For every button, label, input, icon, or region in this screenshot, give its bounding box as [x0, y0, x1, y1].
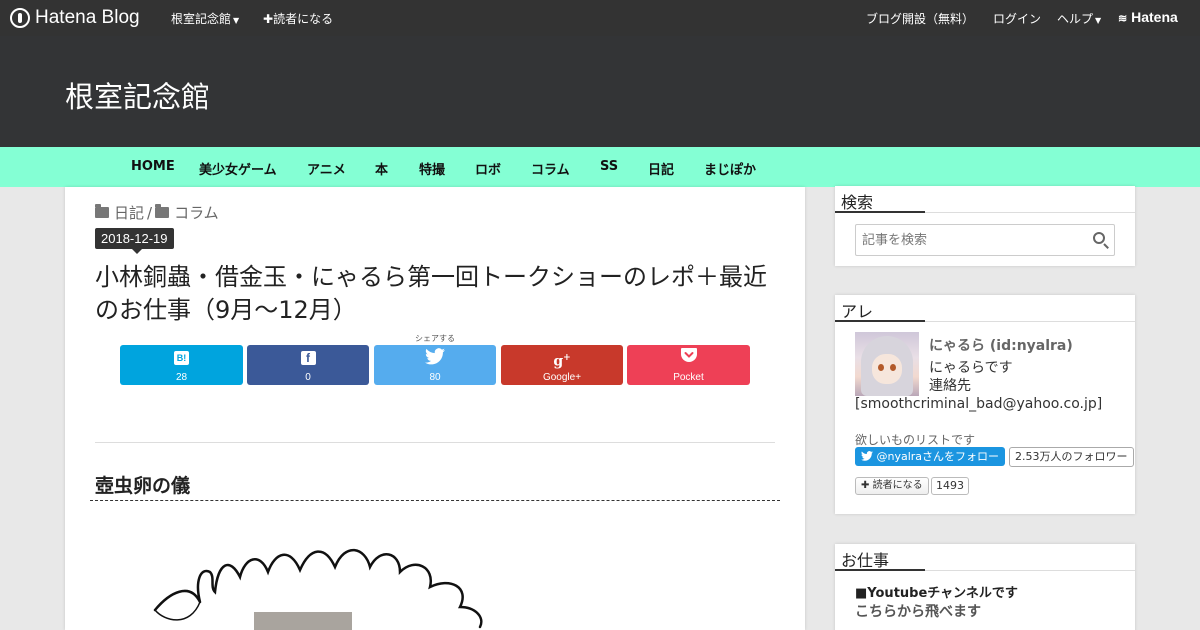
- google-plus-share-button[interactable]: g+ Google+: [501, 345, 623, 385]
- twitter-follower-count: 2.53万人のフォロワー: [1009, 447, 1134, 467]
- profile-contact-email: [smoothcriminal_bad@yahoo.co.jp]: [855, 396, 1103, 412]
- article-date[interactable]: 2018-12-19: [95, 228, 174, 254]
- gnav-item-diary[interactable]: 日記: [648, 159, 674, 178]
- gnav-item-bishoujo-game[interactable]: 美少女ゲーム: [199, 159, 277, 178]
- article: 日記 / コラム 2018-12-19 小林銅蟲・借金玉・にゃるら第一回トークシ…: [65, 187, 805, 630]
- section-heading: 壺虫卵の儀: [95, 475, 191, 497]
- twitter-follow-button[interactable]: @nyalraさんをフォロー: [855, 447, 1005, 466]
- search-module-title: 検索: [835, 186, 1135, 213]
- search-icon[interactable]: [1093, 232, 1105, 244]
- category-link-column[interactable]: コラム: [174, 202, 219, 223]
- gnav-item-ss[interactable]: SS: [600, 159, 618, 174]
- article-divider: [95, 442, 775, 443]
- gnav-item-home[interactable]: HOME: [131, 159, 175, 174]
- work-module-title: お仕事: [835, 544, 1135, 571]
- pocket-label: Pocket: [673, 372, 704, 383]
- section-underline: [90, 500, 780, 501]
- facebook-count: 0: [305, 372, 311, 383]
- pocket-icon: [627, 348, 750, 368]
- open-blog-link[interactable]: ブログ開設（無料）: [866, 10, 974, 27]
- caret-down-icon: ▼: [1095, 16, 1102, 25]
- topbar-subscribe-button[interactable]: ✚読者になる: [263, 10, 333, 27]
- search-input[interactable]: [856, 225, 1076, 255]
- article-photo: [254, 612, 352, 630]
- profile-subscribe-button[interactable]: ✚ 読者になる: [855, 477, 929, 495]
- twitter-bird-icon: [374, 348, 496, 368]
- hatena-wifi-icon: ≋: [1118, 13, 1128, 25]
- blog-menu-dropdown[interactable]: 根室記念館 ▼: [171, 10, 239, 27]
- wishlist-link[interactable]: 欲しいものリストです: [855, 431, 975, 448]
- profile-module: アレ にゃるら (id:nyalra) にゃるらです 連絡先 [smoothcr…: [835, 295, 1135, 514]
- folder-icon: [155, 204, 170, 218]
- blog-title[interactable]: 根室記念館: [65, 74, 210, 116]
- login-link[interactable]: ログイン: [993, 10, 1041, 27]
- help-label: ヘルプ: [1057, 12, 1094, 26]
- category-separator: /: [147, 203, 153, 222]
- profile-desc-line2: 連絡先: [929, 378, 971, 394]
- hatena-blog-logo-text: Hatena Blog: [35, 7, 140, 28]
- work-module: お仕事 ■Youtubeチャンネルです こちらから飛べます: [835, 544, 1135, 630]
- hatena-blog-logo[interactable]: Hatena Blog: [10, 7, 140, 29]
- hatena-bookmark-count: 28: [175, 372, 188, 383]
- search-box: [855, 224, 1115, 256]
- gnav-item-books[interactable]: 本: [375, 159, 388, 178]
- search-module: 検索: [835, 186, 1135, 266]
- caret-down-icon: ▼: [233, 16, 240, 25]
- folder-icon: [95, 204, 109, 218]
- profile-description: にゃるらです 連絡先 [smoothcriminal_bad@yahoo.co.…: [855, 359, 1120, 413]
- hatena-logo[interactable]: ≋ Hatena: [1118, 9, 1178, 25]
- share-label: シェアする: [415, 334, 455, 343]
- pocket-share-button[interactable]: Pocket: [627, 345, 750, 385]
- profile-name[interactable]: にゃるら (id:nyalra): [929, 335, 1073, 355]
- google-plus-label: Google+: [542, 372, 582, 383]
- facebook-share-button[interactable]: f 0: [247, 345, 369, 385]
- gnav-item-column[interactable]: コラム: [531, 159, 570, 178]
- subscriber-count: 1493: [931, 477, 969, 495]
- hatena-bookmark-icon: B!: [120, 348, 243, 368]
- article-categories: 日記 / コラム: [95, 202, 219, 223]
- google-plus-icon: g+: [553, 353, 571, 370]
- plus-icon: ✚: [861, 480, 870, 491]
- hatena-logo-icon: [10, 8, 30, 28]
- category-link-diary[interactable]: 日記: [114, 202, 144, 223]
- twitter-share-button[interactable]: 80: [374, 345, 496, 385]
- gnav-item-tokusatsu[interactable]: 特撮: [419, 159, 445, 178]
- gnav-item-anime[interactable]: アニメ: [307, 159, 346, 178]
- youtube-channel-text: ■Youtubeチャンネルです: [855, 586, 1018, 601]
- topbar-subscribe-label: 読者になる: [273, 12, 334, 26]
- blog-menu-label: 根室記念館: [171, 12, 232, 26]
- profile-module-title: アレ: [835, 295, 1135, 322]
- help-dropdown[interactable]: ヘルプ ▼: [1057, 10, 1101, 27]
- gnav-item-majipoka[interactable]: まじぽか: [704, 159, 756, 178]
- twitter-count: 80: [429, 372, 441, 383]
- plus-icon: ✚: [263, 12, 274, 26]
- profile-subscribe-label: 読者になる: [872, 480, 923, 491]
- blog-header: 根室記念館: [0, 36, 1200, 147]
- youtube-channel-link[interactable]: こちらから飛べます: [855, 601, 981, 621]
- twitter-follow-label: @nyalraさんをフォロー: [876, 450, 1000, 463]
- hatena-bookmark-share-button[interactable]: B! 28: [120, 345, 243, 385]
- global-nav: HOME 美少女ゲーム アニメ 本 特撮 ロボ コラム SS 日記 まじぽか: [0, 147, 1200, 187]
- gnav-item-robot[interactable]: ロボ: [475, 159, 501, 178]
- twitter-bird-icon: [861, 451, 873, 461]
- facebook-icon: f: [247, 348, 369, 368]
- hatena-topbar: Hatena Blog 根室記念館 ▼ ✚読者になる ブログ開設（無料） ログイン…: [0, 0, 1200, 36]
- article-title[interactable]: 小林銅蟲・借金玉・にゃるら第一回トークショーのレポ＋最近のお仕事（9月～12月）: [95, 261, 775, 327]
- hatena-logo-text: Hatena: [1131, 9, 1178, 25]
- profile-desc-line1: にゃるらです: [929, 360, 1013, 376]
